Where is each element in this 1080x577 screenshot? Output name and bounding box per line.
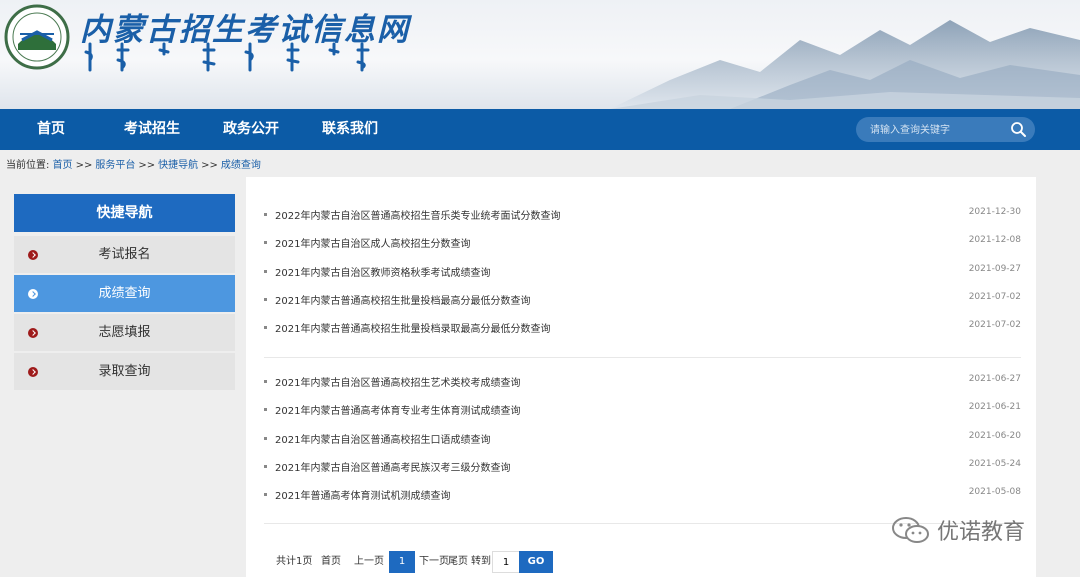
sidebar-item-score-query[interactable]: 成绩查询 (14, 275, 235, 312)
sidebar-title: 快捷导航 (14, 194, 235, 232)
breadcrumb-home[interactable]: 首页 (53, 160, 73, 171)
list-item[interactable]: 2021年内蒙古自治区普通高校招生口语成绩查询 2021-06-20 (264, 429, 1021, 449)
go-button[interactable]: GO (519, 551, 553, 573)
list-item[interactable]: 2021年内蒙古自治区普通高考民族汉考三级分数查询 2021-05-24 (264, 457, 1021, 477)
nav-item-gov-affairs[interactable]: 政务公开 (223, 109, 279, 150)
list-item-date: 2021-12-30 (968, 207, 1021, 217)
list-item-date: 2021-12-08 (968, 235, 1021, 245)
last-page-link[interactable]: 尾页 (448, 551, 468, 573)
sidebar-item-label: 志愿填报 (98, 325, 151, 340)
breadcrumb: 当前位置: 首页 >> 服务平台 >> 快捷导航 >> 成绩查询 (6, 156, 261, 171)
list-item-date: 2021-06-27 (968, 374, 1021, 384)
breadcrumb-service-platform[interactable]: 服务平台 (95, 160, 135, 171)
list-item-title[interactable]: 2021年内蒙古普通高校招生批量投档最高分最低分数查询 (275, 292, 530, 307)
prev-page-link[interactable]: 上一页 (354, 551, 384, 573)
list-item-title[interactable]: 2021年内蒙古自治区普通高校招生口语成绩查询 (275, 431, 490, 446)
sidebar-item-exam-registration[interactable]: 考试报名 (14, 236, 235, 273)
goto-page-input[interactable] (492, 551, 520, 573)
bullet-icon (264, 213, 267, 216)
bullet-icon (264, 241, 267, 244)
nav-item-exam-enroll[interactable]: 考试招生 (124, 109, 180, 150)
list-item-title[interactable]: 2021年内蒙古自治区普通高校招生艺术类校考成绩查询 (275, 374, 520, 389)
list-item-title[interactable]: 2021年普通高考体育测试机测成绩查询 (275, 487, 450, 502)
sidebar-item-label: 录取查询 (98, 364, 151, 379)
list-item-date: 2021-07-02 (968, 292, 1021, 302)
breadcrumb-quick-nav[interactable]: 快捷导航 (158, 160, 198, 171)
list-item-title[interactable]: 2021年内蒙古自治区教师资格秋季考试成绩查询 (275, 264, 490, 279)
list-item-date: 2021-09-27 (968, 264, 1021, 274)
list-item[interactable]: 2022年内蒙古自治区普通高校招生音乐类专业统考面试分数查询 2021-12-30 (264, 205, 1021, 225)
search-box (856, 117, 1035, 142)
wechat-icon (892, 517, 929, 543)
site-logo (4, 4, 70, 70)
list-item-title[interactable]: 2022年内蒙古自治区普通高校招生音乐类专业统考面试分数查询 (275, 207, 560, 222)
list-item-title[interactable]: 2021年内蒙古自治区普通高考民族汉考三级分数查询 (275, 459, 510, 474)
breadcrumb-separator: >> (75, 160, 93, 171)
list-item-date: 2021-05-24 (968, 459, 1021, 469)
breadcrumb-separator: >> (138, 160, 156, 171)
list-item[interactable]: 2021年内蒙古自治区成人高校招生分数查询 2021-12-08 (264, 233, 1021, 253)
list-item[interactable]: 2021年普通高考体育测试机测成绩查询 2021-05-08 (264, 485, 1021, 505)
nav-item-contact[interactable]: 联系我们 (322, 109, 378, 150)
sidebar-item-label: 成绩查询 (98, 286, 151, 301)
sidebar-item-admission-query[interactable]: 录取查询 (14, 353, 235, 390)
list-item-title[interactable]: 2021年内蒙古普通高考体育专业考生体育测试成绩查询 (275, 402, 520, 417)
bullet-icon (264, 408, 267, 411)
search-input[interactable] (868, 120, 1012, 141)
bullet-icon (264, 270, 267, 273)
list-item[interactable]: 2021年内蒙古普通高考体育专业考生体育测试成绩查询 2021-06-21 (264, 400, 1021, 420)
page-total: 共计1页 (276, 556, 313, 567)
list-item-date: 2021-06-20 (968, 431, 1021, 441)
first-page-link[interactable]: 首页 (321, 551, 341, 573)
watermark-text: 优诺教育 (937, 520, 1026, 545)
bullet-icon (264, 437, 267, 440)
list-item-title[interactable]: 2021年内蒙古自治区成人高校招生分数查询 (275, 235, 470, 250)
main-nav: 首页 考试招生 政务公开 联系我们 (0, 109, 1080, 150)
list-item-title[interactable]: 2021年内蒙古普通高校招生批量投档录取最高分最低分数查询 (275, 320, 550, 335)
site-header: 内蒙古招生考试信息网 (0, 0, 1080, 109)
mountain-landscape-image (610, 20, 1080, 109)
goto-label: 转到 (471, 556, 491, 567)
bullet-icon (264, 465, 267, 468)
bullet-icon (264, 380, 267, 383)
bullet-icon (264, 493, 267, 496)
bullet-icon (264, 298, 267, 301)
sidebar-item-label: 考试报名 (98, 247, 151, 262)
list-item-date: 2021-06-21 (968, 402, 1021, 412)
list-item[interactable]: 2021年内蒙古自治区普通高校招生艺术类校考成绩查询 2021-06-27 (264, 372, 1021, 392)
list-item[interactable]: 2021年内蒙古自治区教师资格秋季考试成绩查询 2021-09-27 (264, 262, 1021, 282)
current-page-button[interactable]: 1 (389, 551, 415, 573)
next-page-link[interactable]: 下一页 (419, 551, 449, 573)
list-item[interactable]: 2021年内蒙古普通高校招生批量投档录取最高分最低分数查询 2021-07-02 (264, 318, 1021, 338)
mongolian-script-title (84, 42, 370, 72)
bullet-icon (264, 326, 267, 329)
breadcrumb-prefix: 当前位置: (6, 160, 50, 171)
breadcrumb-score-query[interactable]: 成绩查询 (221, 160, 261, 171)
nav-item-home[interactable]: 首页 (37, 109, 65, 150)
list-item-date: 2021-07-02 (968, 320, 1021, 330)
list-item-date: 2021-05-08 (968, 487, 1021, 497)
list-item[interactable]: 2021年内蒙古普通高校招生批量投档最高分最低分数查询 2021-07-02 (264, 290, 1021, 310)
list-divider (264, 357, 1021, 358)
search-icon[interactable] (1010, 121, 1027, 138)
breadcrumb-separator: >> (201, 160, 218, 171)
sidebar-item-application-filling[interactable]: 志愿填报 (14, 314, 235, 351)
